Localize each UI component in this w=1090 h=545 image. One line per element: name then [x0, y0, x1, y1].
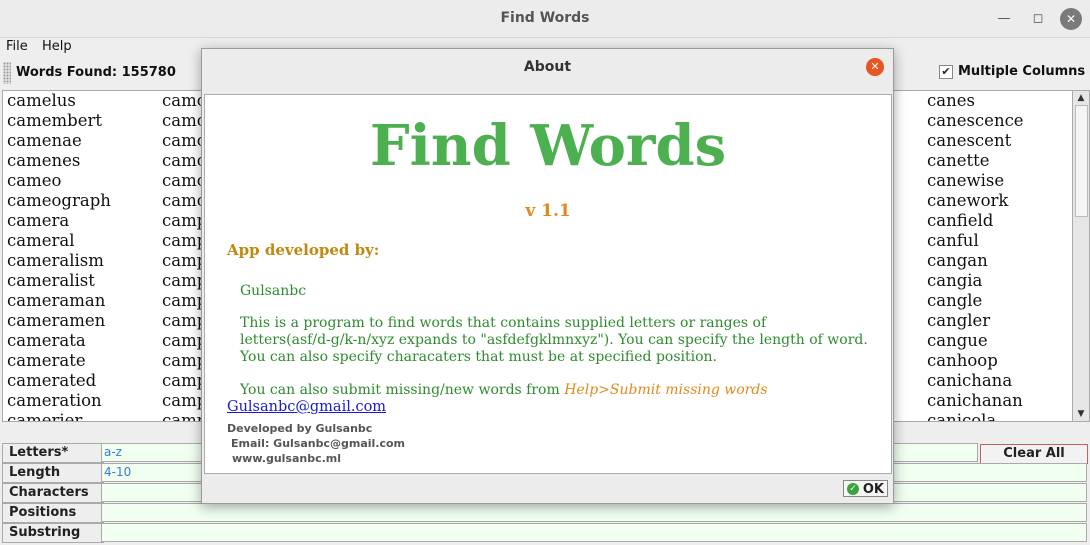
word-list-scrollbar[interactable]: ▲ ▼	[1072, 90, 1090, 422]
minimize-icon[interactable]: —	[993, 8, 1015, 30]
length-label: Length	[2, 463, 104, 483]
word-column-1: camelus camembert camenae camenes cameo cameo…	[7, 91, 111, 421]
word-item[interactable]: canhoop	[927, 351, 1024, 371]
word-item[interactable]: camembert	[7, 111, 111, 131]
word-item[interactable]: camera	[7, 211, 111, 231]
description-line-2: letters(asf/d-g/k-n/xyz expands to "asfd…	[240, 332, 868, 348]
word-item[interactable]: camelus	[7, 91, 111, 111]
ok-button[interactable]: ✓ OK	[843, 480, 888, 497]
app-name-heading: Find Words	[369, 113, 727, 179]
words-found-label: Words Found: 155780	[16, 65, 176, 80]
footer-website: www.gulsanbc.ml	[232, 452, 342, 465]
submit-note: You can also submit missing/new words fr…	[240, 382, 768, 399]
word-item[interactable]: cangler	[927, 311, 1024, 331]
word-item[interactable]: cangue	[927, 331, 1024, 351]
multiple-columns-label: Multiple Columns	[958, 64, 1086, 79]
word-item[interactable]: cameo	[7, 171, 111, 191]
about-content: Find Words v 1.1 App developed by: Gulsa…	[204, 94, 892, 474]
word-item[interactable]: canful	[927, 231, 1024, 251]
toolbar-grip-icon[interactable]	[3, 62, 11, 84]
submit-menu-path: Help>Submit missing words	[564, 382, 768, 398]
email-link[interactable]: Gulsanbc@gmail.com	[227, 399, 386, 415]
window-title: Find Words	[500, 10, 590, 26]
word-item[interactable]: cangle	[927, 291, 1024, 311]
window-titlebar: Find Words — ◻ ✕	[0, 0, 1090, 38]
footer-email: Email: Gulsanbc@gmail.com	[231, 437, 406, 450]
positions-row: Positions	[0, 503, 1090, 523]
about-dialog-title: About	[523, 59, 572, 75]
developed-by-heading: App developed by:	[227, 241, 380, 259]
substring-label: Substring	[2, 523, 104, 543]
menu-help[interactable]: Help	[42, 39, 72, 54]
word-item[interactable]: canette	[927, 151, 1024, 171]
checkmark-icon[interactable]: ✔	[939, 64, 953, 79]
word-item[interactable]: camerier	[7, 411, 111, 421]
substring-input[interactable]	[101, 523, 1087, 542]
maximize-icon[interactable]: ◻	[1027, 8, 1049, 30]
word-column-3: canes canescence canescent canette canewise c…	[927, 91, 1024, 421]
positions-label: Positions	[2, 503, 104, 523]
word-item[interactable]: canes	[927, 91, 1024, 111]
word-item[interactable]: camerate	[7, 351, 111, 371]
positions-input[interactable]	[101, 503, 1087, 522]
word-item[interactable]: canfield	[927, 211, 1024, 231]
word-item[interactable]: cangan	[927, 251, 1024, 271]
word-item[interactable]: cameralism	[7, 251, 111, 271]
scroll-down-icon[interactable]: ▼	[1073, 407, 1089, 421]
description-line-1: This is a program to find words that con…	[240, 315, 767, 331]
substring-row: Substring	[0, 523, 1090, 543]
app-version: v 1.1	[525, 201, 571, 221]
word-item[interactable]: cameralist	[7, 271, 111, 291]
footer-developer: Developed by Gulsanbc	[227, 422, 373, 435]
word-item[interactable]: canichanan	[927, 391, 1024, 411]
scroll-up-icon[interactable]: ▲	[1073, 91, 1089, 105]
description-line-3: You can also specify characaters that mu…	[240, 349, 717, 365]
submit-text: You can also submit missing/new words fr…	[240, 382, 565, 398]
word-item[interactable]: canichana	[927, 371, 1024, 391]
word-item[interactable]: cameration	[7, 391, 111, 411]
menu-file[interactable]: File	[6, 39, 28, 54]
author-name: Gulsanbc	[240, 283, 307, 299]
word-item[interactable]: cameramen	[7, 311, 111, 331]
word-item[interactable]: cameral	[7, 231, 111, 251]
word-item[interactable]: camerata	[7, 331, 111, 351]
word-item[interactable]: canescence	[927, 111, 1024, 131]
word-item[interactable]: canicola	[927, 411, 1024, 421]
word-item[interactable]: camenes	[7, 151, 111, 171]
word-item[interactable]: cangia	[927, 271, 1024, 291]
word-item[interactable]: canewise	[927, 171, 1024, 191]
word-item[interactable]: canework	[927, 191, 1024, 211]
dialog-close-icon[interactable]: ✕	[866, 58, 884, 76]
letters-label: Letters*	[2, 443, 104, 463]
multiple-columns-checkbox[interactable]: ✔ Multiple Columns	[939, 64, 1085, 79]
word-item[interactable]: canescent	[927, 131, 1024, 151]
about-dialog: About ✕ Find Words v 1.1 App developed b…	[201, 48, 894, 504]
check-circle-icon: ✓	[847, 483, 859, 495]
scrollbar-thumb[interactable]	[1075, 105, 1088, 217]
word-item[interactable]: cameograph	[7, 191, 111, 211]
word-item[interactable]: camerated	[7, 371, 111, 391]
window-close-icon[interactable]: ✕	[1060, 8, 1082, 30]
word-item[interactable]: cameraman	[7, 291, 111, 311]
clear-all-fields-button[interactable]: Clear All Fields	[980, 444, 1088, 479]
word-item[interactable]: camenae	[7, 131, 111, 151]
ok-button-label: OK	[862, 482, 884, 497]
characters-label: Characters	[2, 483, 104, 503]
